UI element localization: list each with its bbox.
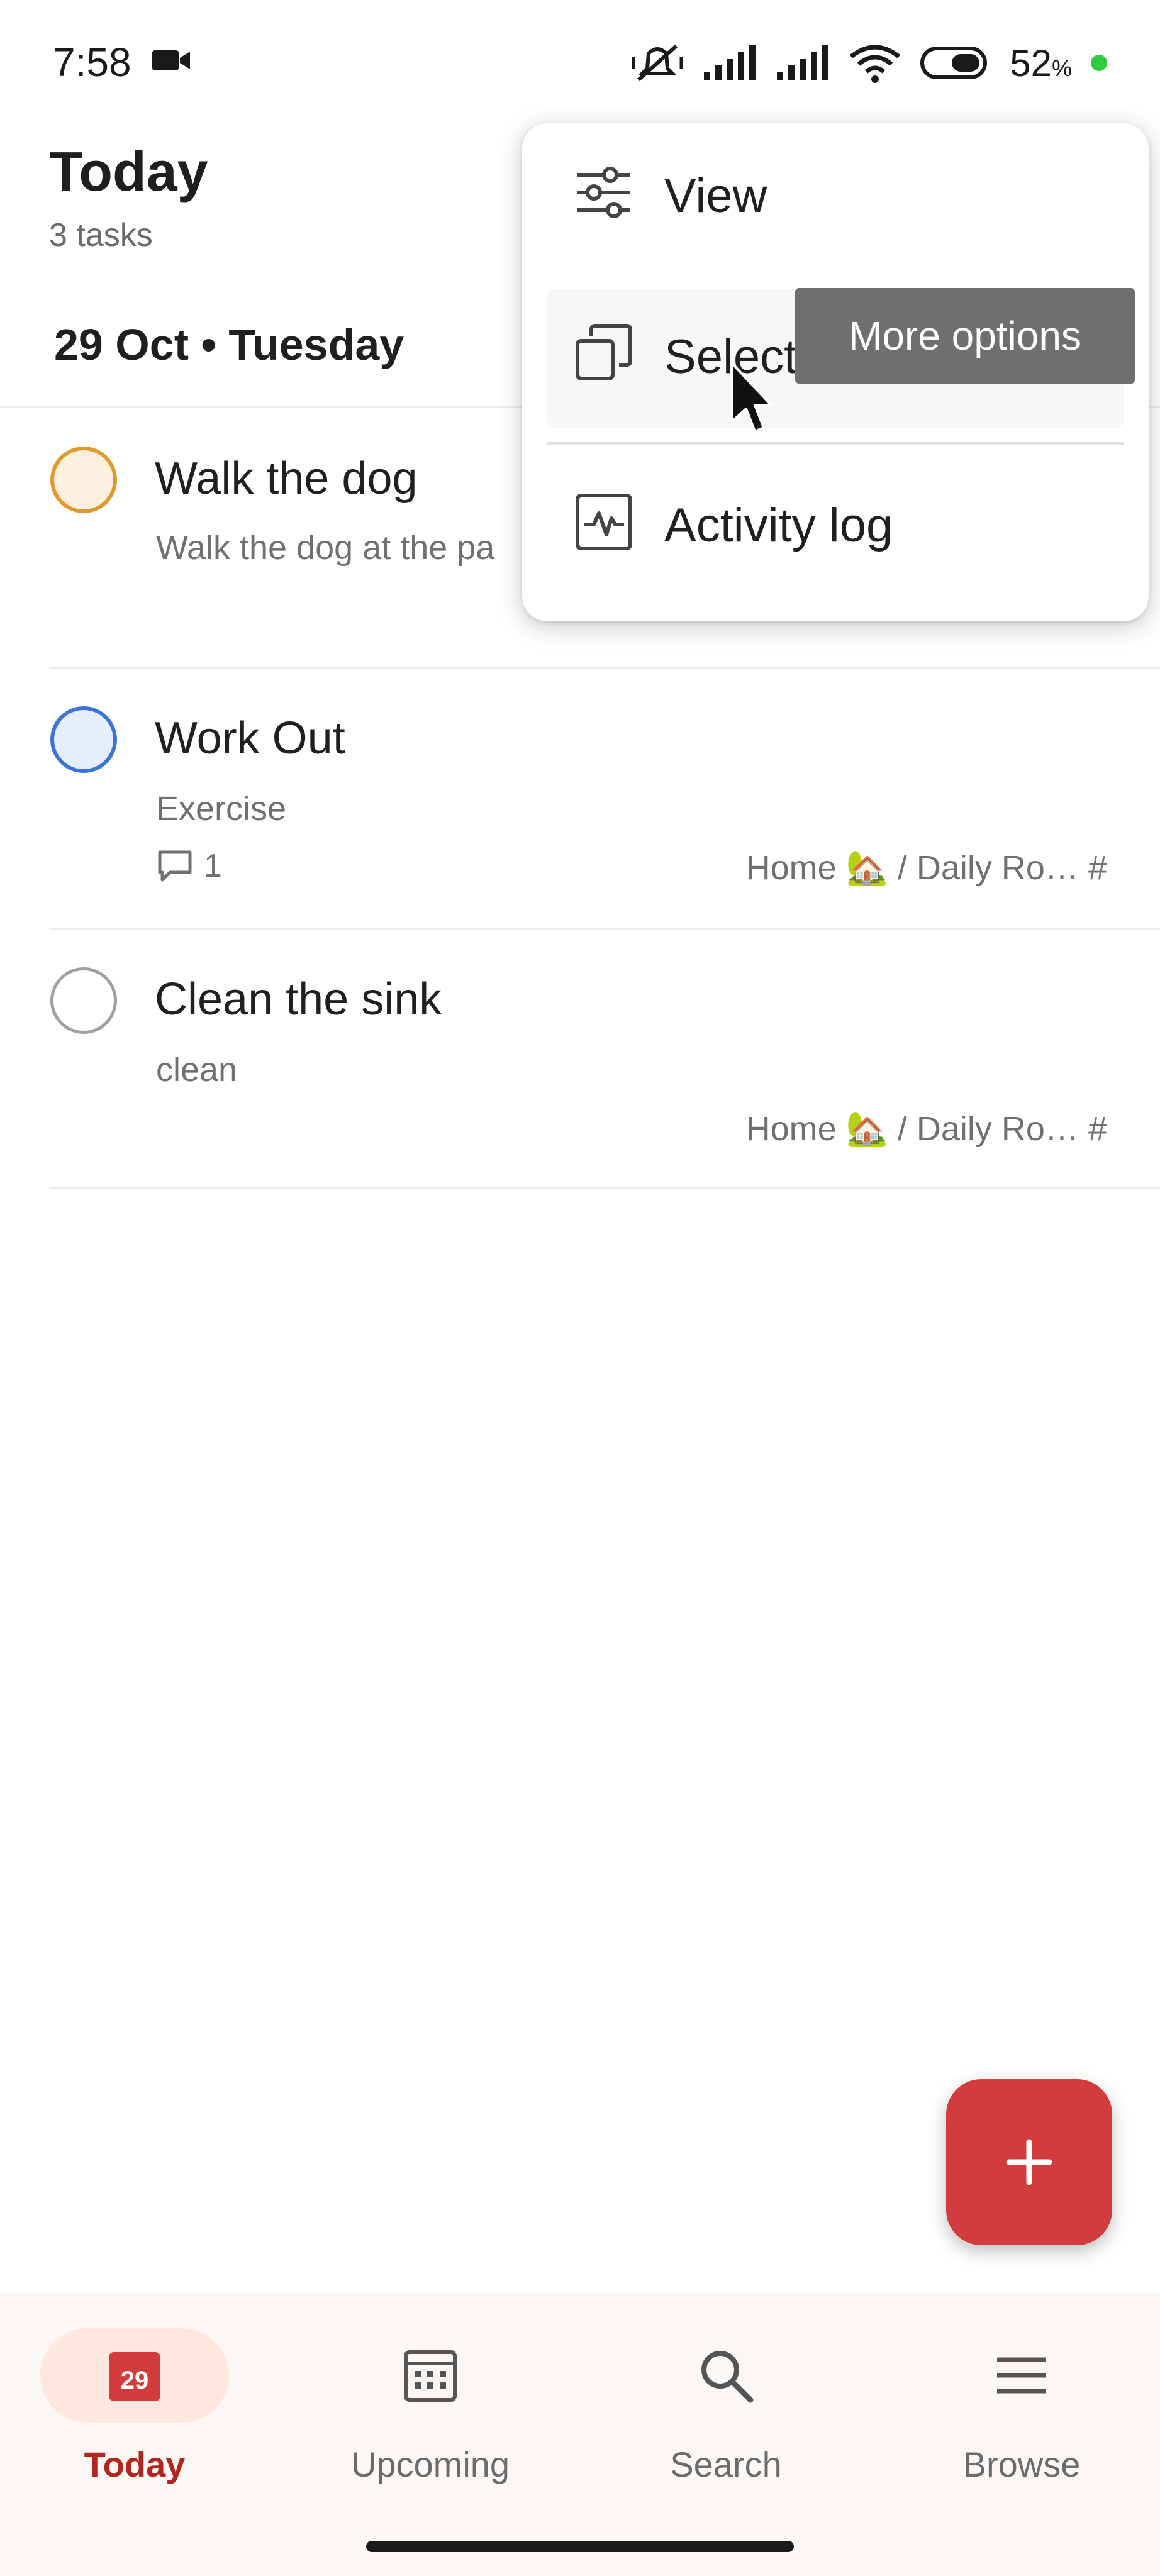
add-task-button[interactable] <box>946 2079 1112 2245</box>
task-item[interactable]: Work Out Exercise 1 Home 🏡 / Daily Ro… # <box>0 669 1160 928</box>
task-description: Walk the dog at the pa <box>156 529 495 567</box>
comment-icon <box>158 850 192 882</box>
task-name: Clean the sink <box>155 974 442 1024</box>
date-heading: 29 Oct • Tuesday <box>54 320 404 369</box>
battery-percent-sign: % <box>1051 55 1072 81</box>
mouse-cursor-icon <box>731 362 772 433</box>
calendar-badge-text: 29 <box>121 2367 149 2394</box>
task-item[interactable]: Clean the sink clean Home 🏡 / Daily Ro… … <box>0 930 1160 1187</box>
task-comments: 1 <box>156 847 222 885</box>
tooltip: More options <box>795 288 1135 384</box>
signal-icon <box>777 45 829 80</box>
task-project[interactable]: Home 🏡 / Daily Ro… # <box>746 848 1107 888</box>
task-checkbox[interactable] <box>50 447 117 513</box>
battery-percentage: 52 <box>1010 42 1052 84</box>
copy-select-icon <box>576 324 632 380</box>
video-camera-icon <box>152 50 190 70</box>
menu-divider <box>547 442 1124 445</box>
menu-icon <box>997 2357 1046 2394</box>
nav-label: Browse <box>962 2445 1081 2484</box>
bottom-navigation: 29 Today Upcoming Search Browse <box>0 2293 1160 2576</box>
calendar-grid-icon <box>404 2350 457 2402</box>
status-bar: 7:58 52% <box>0 0 1160 126</box>
task-checkbox[interactable] <box>50 706 117 773</box>
battery-icon <box>920 47 988 79</box>
nav-item-upcoming[interactable]: Upcoming <box>317 2324 544 2513</box>
menu-item-label: Activity log <box>664 499 893 552</box>
mute-vibrate-icon <box>632 44 683 82</box>
status-time: 7:58 <box>53 40 131 85</box>
charging-dot-icon <box>1091 55 1107 71</box>
nav-label: Upcoming <box>350 2445 510 2484</box>
nav-label: Search <box>670 2445 782 2484</box>
page-title: Today <box>49 140 208 203</box>
wifi-icon <box>850 45 901 83</box>
activity-log-icon <box>576 494 632 550</box>
search-icon <box>701 2351 754 2403</box>
task-count: 3 tasks <box>49 217 153 253</box>
home-indicator[interactable] <box>366 2541 794 2552</box>
menu-item-activity-log[interactable]: Activity log <box>522 453 1149 591</box>
plus-icon <box>1006 2139 1052 2185</box>
task-description: clean <box>156 1051 238 1089</box>
task-description: Exercise <box>156 790 287 828</box>
calendar-today-icon: 29 <box>109 2352 160 2401</box>
menu-item-view[interactable]: View <box>522 123 1149 262</box>
status-icons: 52% <box>631 39 1107 87</box>
nav-item-search[interactable]: Search <box>613 2324 839 2513</box>
sliders-icon <box>577 167 630 218</box>
comment-count: 1 <box>204 848 222 884</box>
nav-item-browse[interactable]: Browse <box>908 2324 1135 2513</box>
menu-item-label: View <box>664 169 767 223</box>
nav-label: Today <box>84 2445 186 2484</box>
signal-icon <box>704 45 756 80</box>
nav-item-today[interactable]: 29 Today <box>21 2324 248 2513</box>
task-name: Walk the dog <box>155 453 418 504</box>
task-project[interactable]: Home 🏡 / Daily Ro… # <box>746 1109 1107 1149</box>
task-checkbox[interactable] <box>50 967 117 1034</box>
task-name: Work Out <box>155 713 345 763</box>
task-divider <box>49 1187 1160 1189</box>
